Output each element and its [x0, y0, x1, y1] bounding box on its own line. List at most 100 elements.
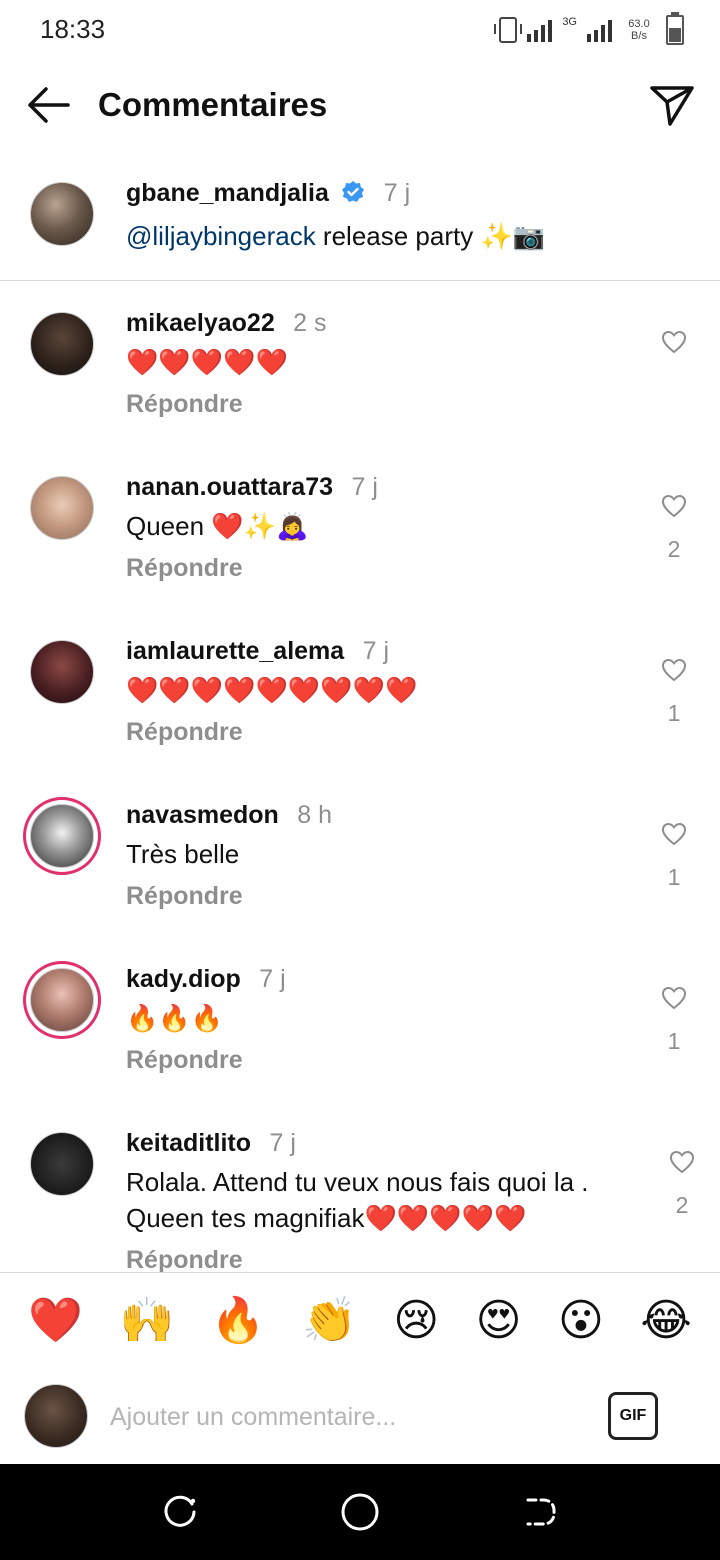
paper-plane-icon	[650, 86, 694, 126]
comment-username[interactable]: navasmedon	[126, 801, 279, 829]
emoji-fire[interactable]: 🔥	[211, 1296, 266, 1346]
avatar[interactable]	[30, 968, 94, 1032]
comment-head: kady.diop 7 j	[126, 962, 646, 1000]
comment-body: iamlaurette_alema 7 j ❤️❤️❤️❤️❤️❤️❤️❤️❤️…	[126, 634, 646, 747]
caption-time: 7 j	[383, 179, 411, 207]
like-button[interactable]: 1	[660, 658, 688, 727]
avatar[interactable]	[30, 182, 94, 246]
caption-body: gbane_mandjalia 7 j @liljaybingerack rel…	[126, 176, 686, 254]
comment-time: 7 j	[269, 1129, 296, 1157]
comment-text: Queen ❤️✨🙇‍♀️	[126, 511, 309, 541]
reply-button[interactable]: Répondre	[126, 554, 646, 583]
emoji-crying[interactable]: 😢	[393, 1296, 439, 1346]
comment-username[interactable]: keitaditlito	[126, 1129, 251, 1157]
emoji-quick-bar: ❤️ 🙌 🔥 👏 😢 😍 😮 😂	[0, 1272, 720, 1370]
like-count: 1	[667, 864, 681, 890]
caption-mention[interactable]: @liljaybingerack	[126, 221, 316, 251]
like-count: 1	[667, 1028, 681, 1054]
network-speed: 63.0 B/s	[622, 18, 656, 42]
comment-time: 2 s	[293, 309, 327, 337]
comment-body: kady.diop 7 j 🔥🔥🔥 Répondre	[126, 962, 646, 1075]
heart-outline-icon	[661, 494, 687, 518]
emoji-heart-eyes[interactable]: 😍	[476, 1296, 522, 1346]
heart-outline-icon	[661, 986, 687, 1010]
back-nav-icon	[526, 1498, 556, 1526]
comment-time: 7 j	[259, 965, 286, 993]
avatar[interactable]	[30, 476, 94, 540]
back-nav-button[interactable]	[520, 1492, 560, 1532]
page-title: Commentaires	[98, 86, 328, 123]
emoji-surprised[interactable]: 😮	[558, 1296, 604, 1346]
comment-composer: GIF	[0, 1368, 720, 1464]
caption-username[interactable]: gbane_mandjalia	[126, 179, 329, 207]
emoji-row: ❤️ 🙌 🔥 👏 😢 😍 😮 😂	[0, 1273, 720, 1369]
comment-username[interactable]: kady.diop	[126, 965, 241, 993]
comment-text: Rolala. Attend tu veux nous fais quoi la…	[126, 1167, 589, 1233]
signal-icon	[527, 18, 553, 42]
verified-badge-icon	[342, 181, 365, 202]
vibrate-icon	[494, 17, 523, 43]
comment-text: ❤️❤️❤️❤️❤️	[126, 347, 288, 377]
network-type: 3G	[562, 16, 577, 28]
emoji-clapping[interactable]: 👏	[302, 1296, 357, 1346]
like-count: 2	[667, 536, 681, 562]
reply-button[interactable]: Répondre	[126, 1046, 646, 1075]
comment-text: Très belle	[126, 839, 240, 869]
arrow-left-icon	[28, 87, 70, 123]
heart-outline-icon	[669, 1150, 695, 1174]
like-button[interactable]: 2	[668, 1150, 696, 1219]
emoji-raising-hands[interactable]: 🙌	[120, 1296, 175, 1346]
comment-head: nanan.ouattara73 7 j	[126, 470, 646, 508]
signal-icon-2	[587, 18, 612, 42]
avatar[interactable]	[30, 804, 94, 868]
comment-username[interactable]: iamlaurette_alema	[126, 637, 344, 665]
comment-text: ❤️❤️❤️❤️❤️❤️❤️❤️❤️	[126, 675, 418, 705]
comment-time: 8 h	[297, 801, 333, 829]
comment-body: keitaditlito 7 j Rolala. Attend tu veux …	[126, 1126, 646, 1275]
heart-outline-icon	[661, 658, 687, 682]
comment-time: 7 j	[351, 473, 378, 501]
speed-unit: B/s	[631, 30, 647, 42]
comment-time: 7 j	[362, 637, 390, 665]
caption-text: @liljaybingerack release party ✨📷	[126, 218, 686, 254]
comment-input[interactable]	[108, 1396, 582, 1438]
caption-head: gbane_mandjalia 7 j	[126, 176, 686, 214]
back-button[interactable]	[24, 82, 72, 128]
header: Commentaires	[0, 60, 720, 150]
like-button[interactable]: 2	[660, 494, 688, 563]
avatar[interactable]	[30, 1132, 94, 1196]
share-button[interactable]	[648, 80, 696, 128]
avatar[interactable]	[30, 312, 94, 376]
gif-button[interactable]: GIF	[608, 1392, 658, 1440]
emoji-laughing[interactable]: 😂	[640, 1296, 691, 1346]
post-caption: gbane_mandjalia 7 j @liljaybingerack rel…	[0, 150, 720, 281]
emoji-heart[interactable]: ❤️	[28, 1296, 83, 1346]
recents-button[interactable]	[160, 1492, 200, 1532]
home-circle-icon	[341, 1493, 379, 1531]
like-button[interactable]: 1	[660, 822, 688, 891]
comment-body: navasmedon 8 h Très belle Répondre	[126, 798, 646, 911]
comment-head: navasmedon 8 h	[126, 798, 646, 836]
speed-value: 63.0	[628, 18, 650, 30]
reply-button[interactable]: Répondre	[126, 1246, 646, 1275]
reply-button[interactable]: Répondre	[126, 390, 646, 419]
heart-outline-icon	[661, 822, 687, 846]
comment-head: iamlaurette_alema 7 j	[126, 634, 646, 672]
like-count: 1	[667, 700, 681, 726]
comment-username[interactable]: nanan.ouattara73	[126, 473, 333, 501]
reply-button[interactable]: Répondre	[126, 718, 646, 747]
like-button[interactable]: 1	[660, 986, 688, 1055]
heart-outline-icon	[661, 330, 687, 354]
comment-username[interactable]: mikaelyao22	[126, 309, 275, 337]
avatar	[24, 1384, 88, 1448]
avatar[interactable]	[30, 640, 94, 704]
comment-text: 🔥🔥🔥	[126, 1003, 224, 1033]
caption-text-body: release party ✨📷	[315, 221, 546, 251]
like-count: 2	[675, 1192, 689, 1218]
home-button[interactable]	[340, 1492, 380, 1532]
status-time: 18:33	[40, 14, 106, 44]
reply-button[interactable]: Répondre	[126, 882, 646, 911]
like-button[interactable]	[660, 330, 688, 372]
comment-body: nanan.ouattara73 7 j Queen ❤️✨🙇‍♀️ Répon…	[126, 470, 646, 583]
comment-head: mikaelyao22 2 s	[126, 306, 646, 344]
